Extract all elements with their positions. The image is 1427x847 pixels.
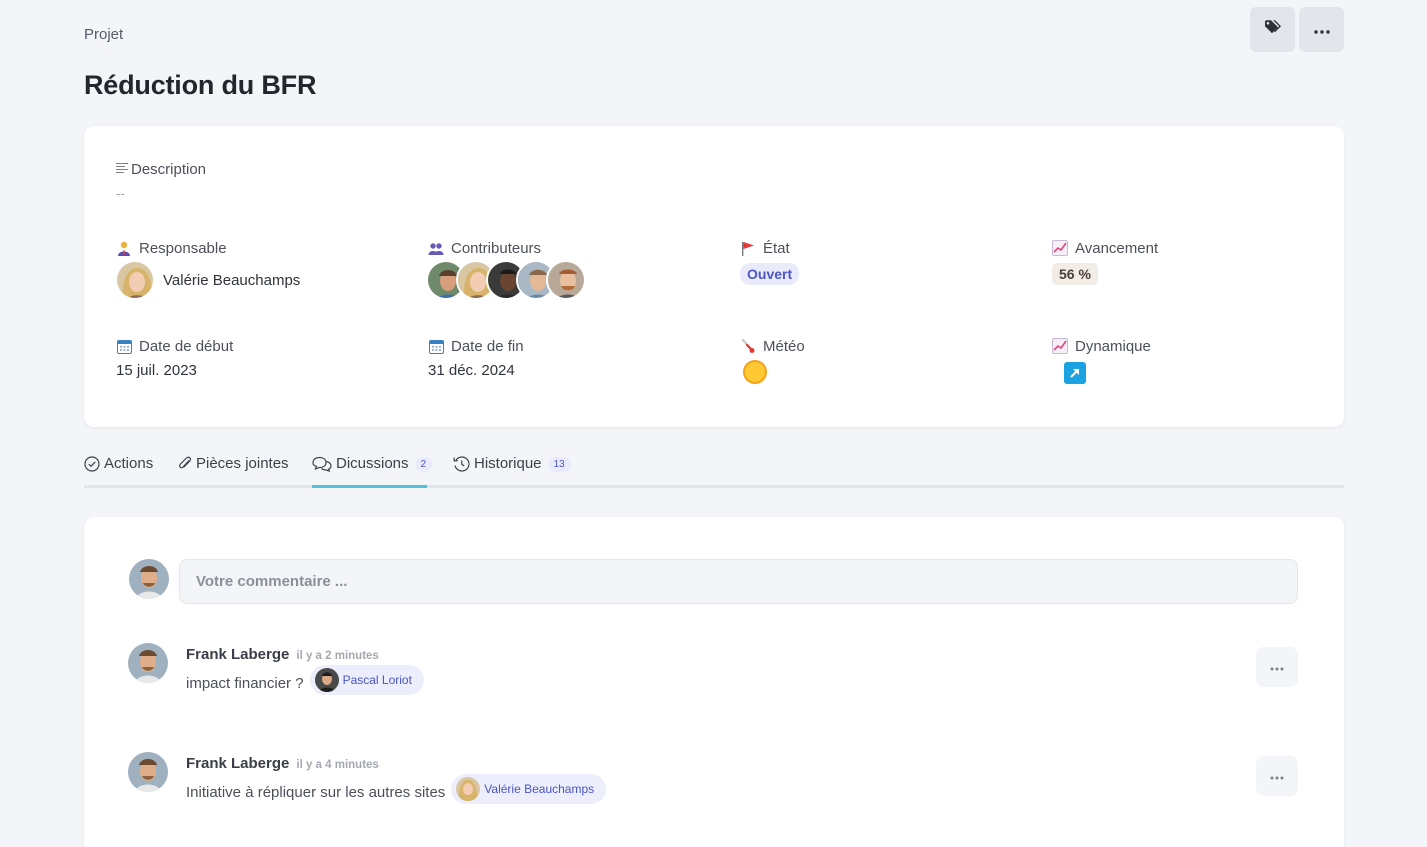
discussion-card: Frank Laberge il y a 2 minutes impact fi… bbox=[84, 517, 1344, 847]
more-horizontal-icon bbox=[1270, 767, 1284, 785]
avatar bbox=[456, 777, 481, 801]
history-icon bbox=[453, 455, 470, 476]
etat-label: État bbox=[763, 239, 790, 257]
tab-bar: Actions Pièces jointes Dicussions 2 Hist… bbox=[84, 451, 1344, 488]
field-responsable: Responsable Valérie Beauchamps bbox=[115, 238, 416, 300]
comment-more-button[interactable] bbox=[1256, 647, 1298, 687]
dynamique-label: Dynamique bbox=[1075, 337, 1151, 355]
text-lines-icon bbox=[116, 161, 128, 178]
calendar-icon bbox=[428, 338, 444, 354]
red-flag-icon bbox=[740, 240, 756, 256]
date-debut-label: Date de début bbox=[139, 337, 234, 355]
comment-timestamp: il y a 2 minutes bbox=[296, 650, 379, 662]
chart-increasing-icon bbox=[1052, 338, 1068, 354]
field-dynamique: Dynamique bbox=[1052, 336, 1352, 384]
description-value[interactable]: -- bbox=[116, 186, 125, 201]
avatar bbox=[129, 559, 169, 599]
project-info-card: Description -- Responsable Valérie Beauc… bbox=[84, 126, 1344, 427]
comment-item: Frank Laberge il y a 4 minutes Initiativ… bbox=[128, 752, 1298, 812]
tab-actions[interactable]: Actions bbox=[84, 451, 153, 488]
field-date-fin: Date de fin 31 déc. 2024 bbox=[428, 336, 728, 380]
historique-count-badge: 13 bbox=[547, 457, 571, 472]
date-debut-value[interactable]: 15 juil. 2023 bbox=[116, 362, 416, 379]
responsable-name: Valérie Beauchamps bbox=[163, 271, 301, 289]
comment-item: Frank Laberge il y a 2 minutes impact fi… bbox=[128, 643, 1298, 703]
tag-icon bbox=[1264, 19, 1282, 40]
check-circle-icon bbox=[84, 455, 100, 476]
avatar[interactable] bbox=[546, 260, 586, 300]
avancement-label: Avancement bbox=[1075, 239, 1159, 257]
more-horizontal-icon bbox=[1313, 21, 1330, 39]
more-options-button[interactable] bbox=[1299, 7, 1344, 52]
tags-button[interactable] bbox=[1250, 7, 1295, 52]
field-meteo: Météo bbox=[740, 336, 1040, 382]
description-label: Description bbox=[116, 161, 206, 178]
date-fin-label: Date de fin bbox=[451, 337, 524, 355]
progress-badge[interactable]: 56 % bbox=[1052, 263, 1098, 285]
mention-chip[interactable]: Valérie Beauchamps bbox=[451, 774, 607, 804]
discussions-count-badge: 2 bbox=[414, 457, 433, 472]
contributeurs-label: Contributeurs bbox=[451, 239, 542, 257]
chart-increasing-icon bbox=[1052, 240, 1068, 256]
field-contributeurs: Contributeurs bbox=[426, 238, 728, 300]
comment-more-button[interactable] bbox=[1256, 756, 1298, 796]
person-icon bbox=[116, 240, 132, 256]
group-icon bbox=[428, 240, 444, 256]
meteo-label: Météo bbox=[763, 337, 805, 355]
chat-bubbles-icon bbox=[312, 455, 332, 476]
tab-historique[interactable]: Historique 13 bbox=[453, 451, 571, 488]
paperclip-icon bbox=[178, 455, 192, 476]
comment-author[interactable]: Frank Laberge bbox=[186, 646, 289, 663]
avatar bbox=[314, 668, 339, 692]
date-fin-value[interactable]: 31 déc. 2024 bbox=[428, 362, 728, 379]
avatar[interactable] bbox=[128, 752, 168, 792]
calendar-icon bbox=[116, 338, 132, 354]
page-title: Réduction du BFR bbox=[84, 70, 317, 100]
contributors-avatars bbox=[426, 260, 728, 300]
status-badge[interactable]: Ouvert bbox=[740, 263, 800, 285]
tab-discussions[interactable]: Dicussions 2 bbox=[312, 451, 433, 488]
sun-icon[interactable] bbox=[745, 362, 765, 382]
header-actions bbox=[1250, 7, 1344, 52]
comment-author[interactable]: Frank Laberge bbox=[186, 755, 289, 772]
tab-pieces-jointes[interactable]: Pièces jointes bbox=[178, 451, 289, 488]
responsable-label: Responsable bbox=[139, 239, 227, 257]
comment-input[interactable] bbox=[179, 559, 1298, 604]
thermometer-icon bbox=[740, 338, 756, 354]
avatar[interactable] bbox=[115, 260, 155, 300]
more-horizontal-icon bbox=[1270, 658, 1284, 676]
mention-chip[interactable]: Pascal Loriot bbox=[309, 665, 424, 695]
trend-up-arrow-icon[interactable] bbox=[1064, 362, 1086, 384]
comment-text: Initiative à répliquer sur les autres si… bbox=[186, 783, 446, 801]
comment-timestamp: il y a 4 minutes bbox=[296, 759, 379, 771]
field-date-debut: Date de début 15 juil. 2023 bbox=[116, 336, 416, 380]
avatar[interactable] bbox=[128, 643, 168, 683]
breadcrumb[interactable]: Projet bbox=[84, 26, 123, 43]
comment-text: impact financier ? bbox=[186, 674, 304, 692]
field-etat: État Ouvert bbox=[740, 238, 1040, 285]
field-avancement: Avancement 56 % bbox=[1052, 238, 1352, 285]
